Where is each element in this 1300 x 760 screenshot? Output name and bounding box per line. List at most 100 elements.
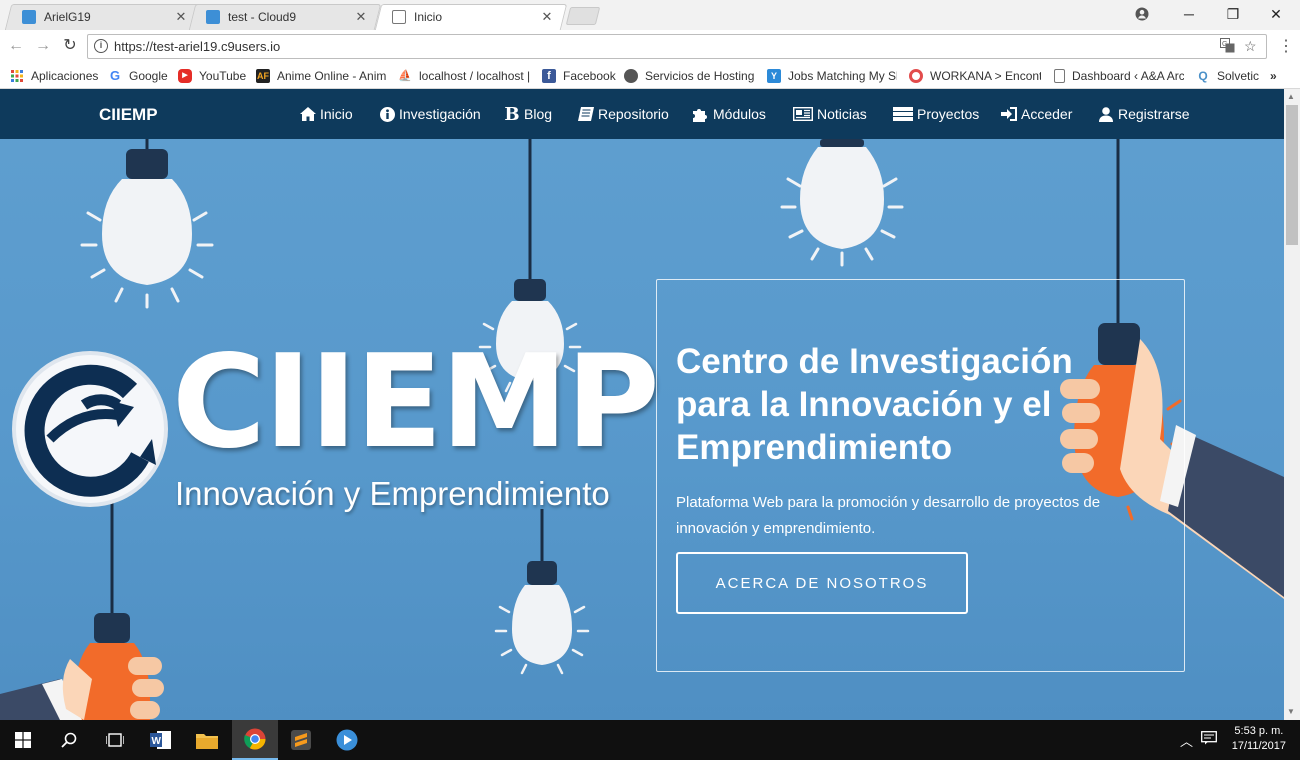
browser-tab-cloud9[interactable]: test - Cloud9 ✕ (188, 4, 382, 30)
restore-button[interactable]: ❐ (1211, 0, 1255, 28)
browser-tab-arielg19[interactable]: ArielG19 ✕ (4, 4, 202, 30)
task-view-icon[interactable] (92, 720, 138, 760)
hosting-icon (624, 69, 638, 83)
search-icon[interactable] (46, 720, 92, 760)
tab-title: Inicio (414, 10, 443, 24)
bookmark-label: Aplicaciones (31, 69, 99, 83)
tray-chevron-up-icon[interactable]: ︿ (1180, 731, 1193, 750)
bookmark-google[interactable]: G Google (108, 68, 168, 84)
nav-label: Módulos (713, 106, 766, 122)
word-app-icon[interactable]: W (138, 720, 184, 760)
bookmark-solvetic[interactable]: Q Solvetic (1196, 68, 1259, 84)
bookmark-star-icon[interactable]: ☆ (1244, 38, 1257, 55)
server-icon (893, 107, 913, 121)
nav-label: Investigación (399, 106, 481, 122)
bookmark-aplicaciones[interactable]: Aplicaciones (10, 68, 98, 84)
anime-flv-icon: AF (256, 69, 270, 83)
chrome-menu-icon[interactable]: ⋮ (1278, 36, 1294, 56)
user-icon (1098, 106, 1114, 122)
bookmark-label: localhost / localhost | (419, 69, 530, 83)
nav-label: Repositorio (598, 106, 669, 122)
nav-noticias[interactable]: Noticias (793, 106, 867, 122)
reload-button[interactable]: ↻ (60, 36, 80, 56)
solvetic-icon: Q (1198, 69, 1208, 83)
hero-card: Centro de Investigación para la Innovaci… (656, 279, 1185, 672)
site-brand[interactable]: CIIEMP (99, 105, 158, 125)
bookmark-label: Servicios de Hosting (645, 69, 754, 83)
back-button[interactable]: ← (6, 36, 26, 56)
bookmark-workana[interactable]: WORKANA > Encontr (909, 68, 1041, 84)
windows-taskbar: W ︿ 5:53 p. m. 17/11/2017 (0, 720, 1300, 760)
minimize-button[interactable]: ─ (1167, 0, 1211, 28)
nav-blog[interactable]: B Blog (504, 104, 553, 125)
scroll-up-arrow-icon[interactable]: ▲ (1287, 92, 1295, 101)
bookmark-label: Jobs Matching My Sk (788, 69, 897, 83)
apps-grid-icon (10, 69, 24, 83)
light-bulb-icon (780, 139, 904, 267)
more-bookmarks-chevron-icon[interactable]: » (1270, 68, 1277, 84)
svg-text:G: G (1222, 41, 1227, 48)
cloud9-favicon-icon (206, 10, 220, 24)
new-tab-button[interactable] (565, 7, 601, 25)
bookmark-localhost[interactable]: ⛵ localhost / localhost | (398, 68, 530, 84)
nav-repositorio[interactable]: Repositorio (578, 106, 669, 122)
nav-proyectos[interactable]: Proyectos (893, 106, 979, 122)
url-text: https://test-ariel19.c9users.io (114, 39, 281, 54)
site-info-icon[interactable]: i (94, 39, 108, 53)
nav-label: Noticias (817, 106, 867, 122)
about-us-button[interactable]: ACERCA DE NOSOTROS (676, 552, 968, 614)
bookmark-hosting[interactable]: Servicios de Hosting (624, 68, 754, 84)
nav-label: Registrarse (1118, 106, 1190, 122)
youtube-icon: ▶ (178, 69, 192, 83)
address-bar[interactable]: i https://test-ariel19.c9users.io G ☆ (87, 34, 1267, 59)
workana-icon (909, 69, 923, 83)
nav-acceder[interactable]: Acceder (1001, 106, 1072, 122)
chrome-app-icon[interactable] (232, 720, 278, 760)
nav-investigacion[interactable]: Investigación (379, 106, 481, 122)
close-window-button[interactable]: ✕ (1254, 0, 1298, 28)
light-bulb-icon (494, 509, 590, 675)
scroll-down-arrow-icon[interactable]: ▼ (1287, 707, 1295, 716)
bookmarks-bar: Aplicaciones G Google ▶ YouTube AF Anime… (0, 63, 1300, 89)
translate-icon[interactable]: G (1220, 38, 1235, 56)
nav-registrarse[interactable]: Registrarse (1098, 106, 1190, 122)
nav-modulos[interactable]: Módulos (693, 106, 766, 122)
media-player-icon[interactable] (324, 720, 370, 760)
nav-inicio[interactable]: Inicio (300, 106, 353, 122)
bookmark-dashboard[interactable]: Dashboard ‹ A&A Arc (1054, 68, 1184, 84)
bookmark-anime-online[interactable]: AF Anime Online - Anim (256, 68, 386, 84)
page-scrollbar[interactable]: ▲ ▼ (1284, 89, 1300, 720)
profile-icon[interactable] (1120, 0, 1164, 28)
file-explorer-icon[interactable] (184, 720, 230, 760)
hero-logo-subtitle: Innovación y Emprendimiento (175, 475, 610, 512)
notifications-icon[interactable] (1201, 731, 1217, 748)
bookmark-label: Solvetic (1217, 69, 1260, 83)
nav-label: Inicio (320, 106, 353, 122)
tab-title: test - Cloud9 (228, 10, 297, 24)
home-icon (300, 107, 316, 121)
sign-in-icon (1001, 107, 1017, 121)
windows-start-icon[interactable] (0, 720, 46, 760)
browser-toolbar: ← → ↻ i https://test-ariel19.c9users.io … (0, 30, 1300, 63)
bookmark-label: WORKANA > Encontr (930, 69, 1041, 83)
bookmark-youtube[interactable]: ▶ YouTube (178, 68, 246, 84)
close-tab-icon[interactable]: ✕ (540, 9, 554, 25)
scrollbar-thumb[interactable] (1286, 105, 1298, 245)
sublime-text-icon[interactable] (278, 720, 324, 760)
tab-title: ArielG19 (44, 10, 91, 24)
close-tab-icon[interactable]: ✕ (354, 9, 368, 25)
bookmark-facebook[interactable]: f Facebook (542, 68, 616, 84)
clock-date: 17/11/2017 (1231, 740, 1286, 752)
page-icon (1054, 69, 1065, 83)
info-icon (379, 106, 395, 122)
nav-label: Proyectos (917, 106, 980, 122)
page-favicon-icon (392, 10, 406, 24)
forward-button[interactable]: → (33, 36, 53, 56)
system-clock[interactable]: 5:53 p. m. 17/11/2017 (1232, 724, 1286, 754)
close-tab-icon[interactable]: ✕ (174, 9, 188, 25)
phpmyadmin-icon: ⛵ (398, 70, 412, 82)
jobs-icon: Y (767, 69, 781, 83)
nav-label: Blog (524, 106, 553, 122)
browser-tab-inicio[interactable]: Inicio ✕ (374, 4, 568, 30)
bookmark-jobs[interactable]: Y Jobs Matching My Sk (767, 68, 897, 84)
